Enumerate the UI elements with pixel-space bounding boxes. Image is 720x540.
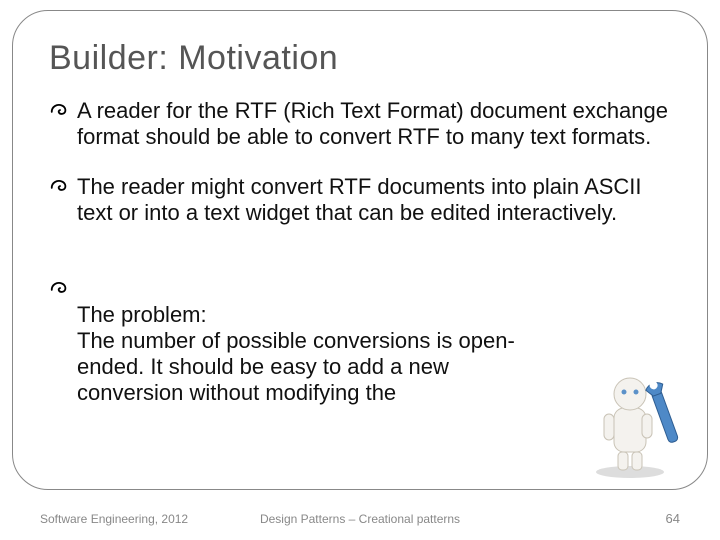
bullet-item: A reader for the RTF (Rich Text Format) … xyxy=(49,98,671,150)
page-number: 64 xyxy=(666,511,680,526)
bullet-text: The reader might convert RTF documents i… xyxy=(77,174,642,225)
bullet-item: The problem: The number of possible conv… xyxy=(49,250,671,406)
bullet-text: The problem: The number of possible conv… xyxy=(77,302,515,405)
character-wrench-icon xyxy=(580,360,680,480)
bullet-text: A reader for the RTF (Rich Text Format) … xyxy=(77,98,668,149)
swirl-icon xyxy=(49,176,71,198)
slide-title: Builder: Motivation xyxy=(49,39,671,78)
footer-center: Design Patterns – Creational patterns xyxy=(260,512,460,526)
footer-left: Software Engineering, 2012 xyxy=(40,512,188,526)
swirl-icon xyxy=(49,252,71,274)
bullet-list: A reader for the RTF (Rich Text Format) … xyxy=(49,98,671,406)
slide: Builder: Motivation A reader for the RTF… xyxy=(0,0,720,540)
bullet-item: The reader might convert RTF documents i… xyxy=(49,174,671,226)
swirl-icon xyxy=(49,100,71,122)
footer: Software Engineering, 2012 Design Patter… xyxy=(40,511,680,526)
